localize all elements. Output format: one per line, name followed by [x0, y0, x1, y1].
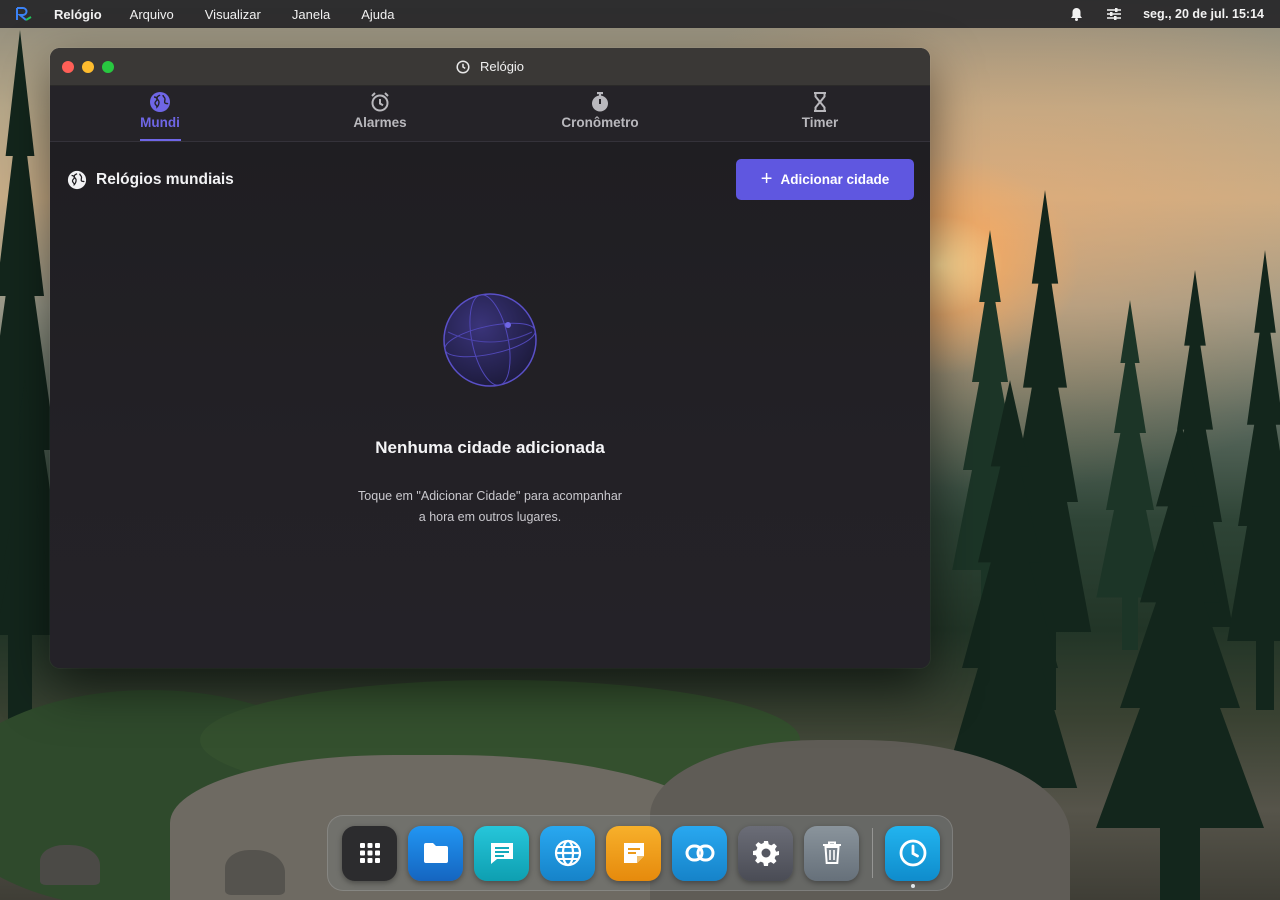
globe-icon: [150, 92, 170, 112]
stopwatch-icon: [592, 92, 608, 112]
tab-alarmes[interactable]: Alarmes: [270, 86, 490, 141]
empty-state-line-2: a hora em outros lugares.: [418, 510, 562, 524]
active-tab-indicator: [139, 139, 181, 141]
section-header: Relógios mundiais: [67, 170, 234, 190]
hourglass-icon: [814, 92, 826, 112]
tab-mundi-label: Mundi: [140, 115, 180, 130]
top-menubar: Relógio Arquivo Visualizar Janela Ajuda …: [0, 0, 1280, 28]
close-button[interactable]: [62, 61, 74, 73]
tab-alarmes-label: Alarmes: [353, 115, 407, 130]
dock-links[interactable]: [672, 825, 727, 881]
trash-icon: [822, 841, 841, 864]
menu-visualizar[interactable]: Visualizar: [205, 7, 261, 22]
clock-icon: [899, 839, 926, 867]
note-icon: [623, 843, 644, 863]
empty-state-line-1: Toque em "Adicionar Cidade" para acompan…: [358, 489, 622, 503]
gear-icon: [752, 841, 779, 866]
running-indicator: [911, 883, 915, 888]
alarm-icon: [371, 92, 389, 112]
window-controls: [62, 61, 122, 73]
sliders-icon[interactable]: [1105, 5, 1123, 23]
add-city-button[interactable]: + Adicionar cidade: [736, 159, 914, 200]
tab-cronometro-label: Cronômetro: [561, 115, 639, 130]
empty-state-description: Toque em "Adicionar Cidade" para acompan…: [50, 486, 930, 528]
dock-clock[interactable]: [885, 825, 940, 888]
tab-mundi[interactable]: Mundi: [50, 86, 270, 141]
globe-icon: [554, 839, 581, 867]
dock-app-grid[interactable]: [342, 825, 397, 881]
folder-icon: [423, 843, 448, 863]
dock-files[interactable]: [408, 825, 463, 881]
app-grid-icon: [359, 843, 380, 863]
dock-trash[interactable]: [804, 825, 859, 881]
menubar-datetime[interactable]: seg., 20 de jul. 15:14: [1143, 7, 1264, 21]
menu-app-name[interactable]: Relógio: [54, 7, 102, 22]
world-clocks-panel: Relógios mundiais + Adicionar cidade Nen…: [50, 142, 930, 668]
window-title-group: Relógio: [456, 59, 524, 74]
tab-timer-label: Timer: [801, 115, 839, 130]
empty-globe-icon: [443, 293, 537, 387]
menu-janela[interactable]: Janela: [292, 7, 330, 22]
add-city-label: Adicionar cidade: [780, 172, 890, 187]
tab-cronometro[interactable]: Cronômetro: [490, 86, 710, 141]
menu-arquivo[interactable]: Arquivo: [130, 7, 174, 22]
minimize-button[interactable]: [82, 61, 94, 73]
bell-icon[interactable]: [1067, 5, 1085, 23]
plus-icon: +: [760, 167, 773, 190]
globe-icon: [67, 170, 87, 190]
menu-ajuda[interactable]: Ajuda: [361, 7, 394, 22]
window-titlebar[interactable]: Relógio: [50, 48, 930, 86]
dock-notes[interactable]: [606, 825, 661, 881]
clock-icon: [456, 59, 470, 74]
clock-app-window: Relógio Mundi Alarmes Cronômetro Timer R…: [50, 48, 930, 668]
dock-messages[interactable]: [474, 825, 529, 881]
chat-icon: [490, 843, 513, 864]
system-logo-icon[interactable]: [16, 6, 32, 22]
dock-separator: [872, 828, 873, 878]
link-icon: [685, 844, 714, 862]
maximize-button[interactable]: [102, 61, 114, 73]
dock-settings[interactable]: [738, 825, 793, 881]
dock-browser[interactable]: [540, 825, 595, 881]
section-title: Relógios mundiais: [96, 171, 234, 188]
window-title: Relógio: [479, 59, 525, 74]
tab-timer[interactable]: Timer: [710, 86, 930, 141]
empty-state-title: Nenhuma cidade adicionada: [375, 438, 605, 457]
tab-bar: Mundi Alarmes Cronômetro Timer: [50, 86, 930, 142]
dock: [327, 815, 953, 891]
